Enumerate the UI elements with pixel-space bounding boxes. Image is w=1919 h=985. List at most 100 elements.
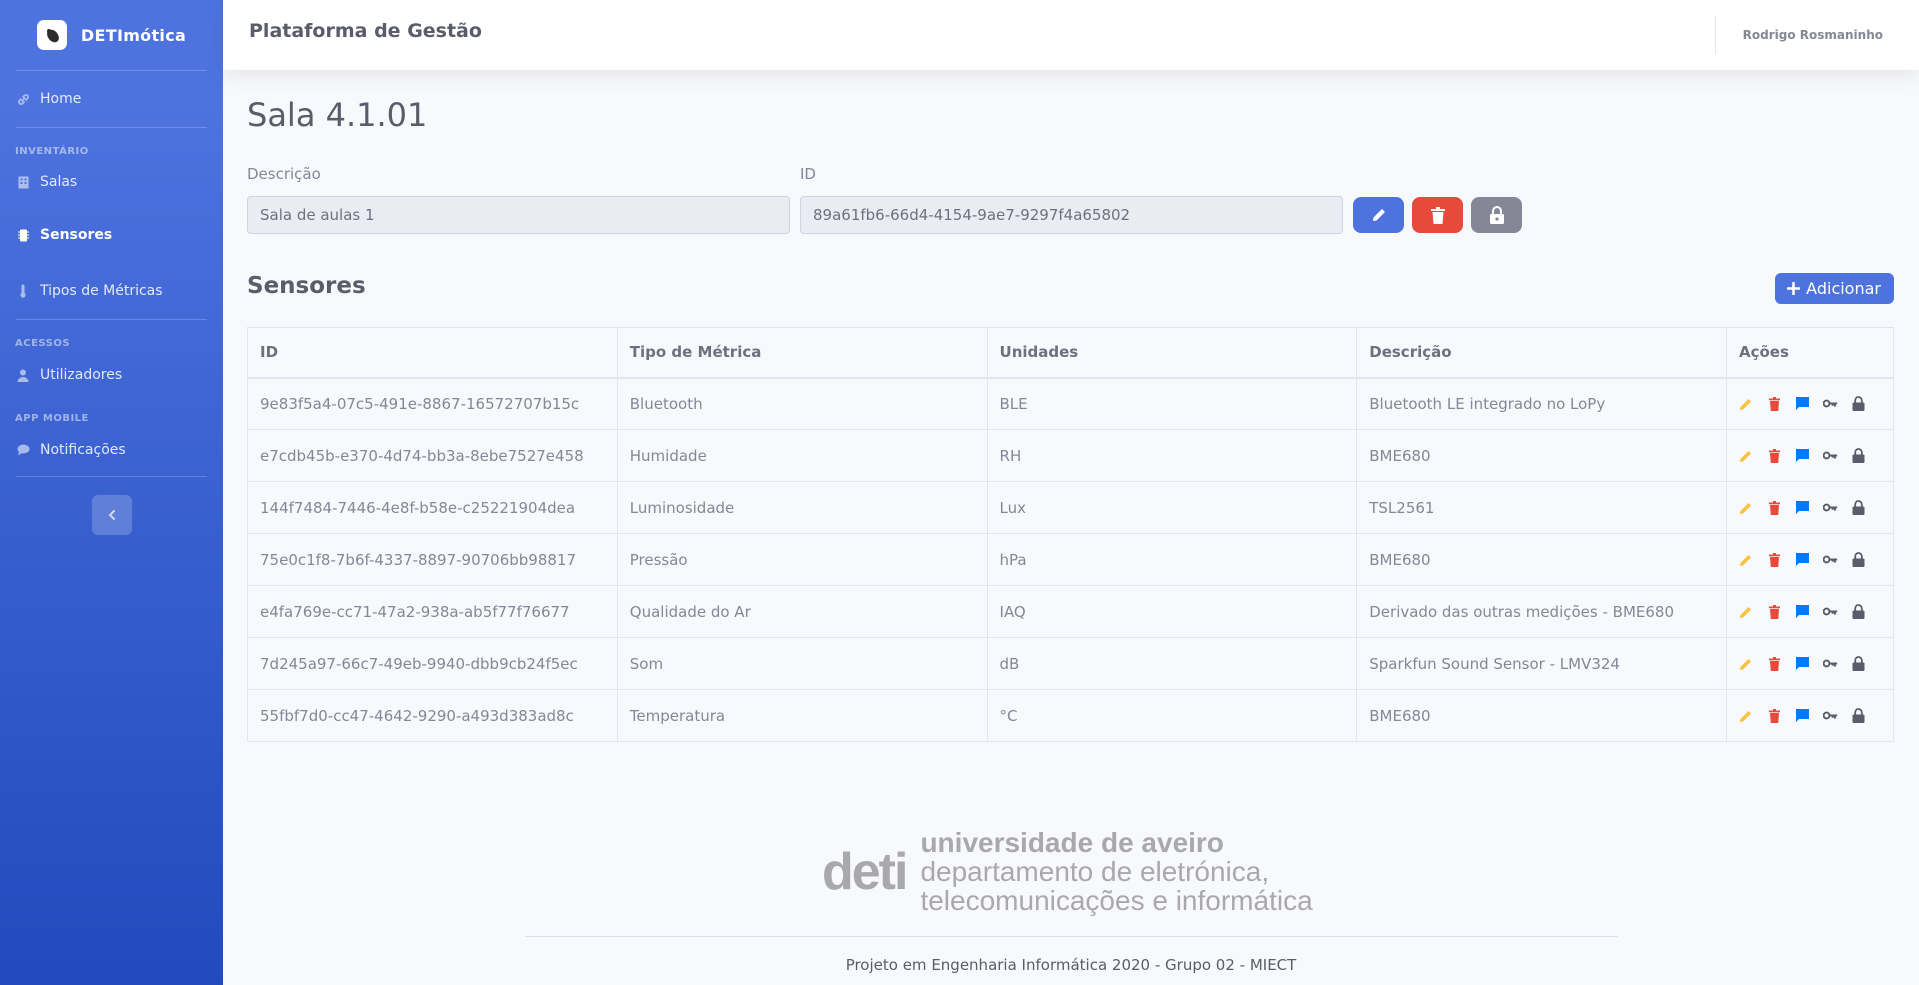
message-sensor-button[interactable]: [1795, 708, 1810, 723]
message-sensor-button[interactable]: [1795, 552, 1810, 567]
delete-sensor-button[interactable]: [1767, 708, 1782, 723]
column-header: Ações: [1725, 327, 1895, 379]
delete-sensor-button[interactable]: [1767, 656, 1782, 671]
lock-icon: [1852, 448, 1865, 463]
table-cell: 55fbf7d0-cc47-4642-9290-a493d383ad8c: [247, 689, 618, 742]
lock-sensor-button[interactable]: [1851, 604, 1866, 619]
message-sensor-button[interactable]: [1795, 396, 1810, 411]
edit-sensor-button[interactable]: [1739, 448, 1754, 463]
user-icon: [16, 368, 30, 382]
sidebar-toggle-button[interactable]: [91, 495, 132, 535]
message-sensor-button[interactable]: [1795, 448, 1810, 463]
key-sensor-button[interactable]: [1822, 552, 1838, 567]
message-sensor-button[interactable]: [1795, 656, 1810, 671]
sidebar-heading-inventory: INVENTÁRIO: [15, 146, 89, 157]
table-cell: Temperatura: [616, 689, 988, 742]
actions-cell: [1725, 481, 1895, 534]
plus-icon: [1787, 282, 1801, 295]
delete-sensor-button[interactable]: [1767, 604, 1782, 619]
lock-sensor-button[interactable]: [1851, 396, 1866, 412]
brand[interactable]: DETImótica: [0, 0, 223, 70]
lock-icon: [1852, 656, 1865, 671]
pencil-icon: [1372, 209, 1385, 221]
sidebar-item-salas[interactable]: Salas: [0, 157, 223, 207]
sidebar-item-home[interactable]: Home: [0, 71, 223, 127]
delete-sensor-button[interactable]: [1767, 396, 1782, 411]
table-cell: 144f7484-7446-4e8f-b58e-c25221904dea: [247, 481, 618, 534]
edit-room-button[interactable]: [1353, 197, 1404, 233]
edit-sensor-button[interactable]: [1739, 500, 1754, 515]
table-cell: BLE: [986, 377, 1358, 430]
table-row: e4fa769e-cc71-47a2-938a-ab5f77f76677 Qual…: [247, 585, 1895, 638]
lock-sensor-button[interactable]: [1851, 448, 1866, 463]
description-label: Descrição: [247, 165, 321, 183]
message-sensor-button[interactable]: [1795, 604, 1810, 619]
sidebar-item-tipos-metricas[interactable]: Tipos de Métricas: [0, 263, 223, 319]
column-header: ID: [247, 327, 618, 379]
lock-room-button[interactable]: [1471, 197, 1522, 233]
sidebar-item-label: Salas: [40, 174, 78, 190]
table-row: 55fbf7d0-cc47-4642-9290-a493d383ad8c Temp…: [247, 689, 1895, 742]
lock-sensor-button[interactable]: [1851, 656, 1866, 671]
key-sensor-button[interactable]: [1822, 604, 1838, 619]
column-header: Tipo de Métrica: [616, 327, 988, 379]
delete-sensor-button[interactable]: [1767, 448, 1782, 463]
pencil-icon: [1740, 450, 1752, 462]
footer-text: Projeto em Engenharia Informática 2020 -…: [845, 956, 1297, 974]
sidebar-item-label: Home: [40, 91, 82, 107]
sensors-table: ID Tipo de Métrica Unidades Descrição Ações …: [247, 327, 1895, 742]
lock-sensor-button[interactable]: [1851, 500, 1866, 515]
pencil-icon: [1740, 554, 1752, 566]
delete-sensor-button[interactable]: [1767, 500, 1782, 515]
message-icon: [1795, 449, 1809, 462]
message-sensor-button[interactable]: [1795, 500, 1810, 515]
key-icon: [1822, 555, 1838, 564]
add-sensor-button[interactable]: Adicionar: [1775, 273, 1894, 304]
key-sensor-button[interactable]: [1822, 656, 1838, 671]
key-icon: [1822, 659, 1838, 668]
university-name: universidade de aveiro departamento de e…: [920, 828, 1312, 915]
sidebar-item-utilizadores[interactable]: Utilizadores: [0, 349, 223, 401]
table-cell: hPa: [986, 533, 1358, 586]
lock-icon: [1852, 708, 1865, 723]
sidebar-item-notificacoes[interactable]: Notificações: [0, 424, 223, 476]
key-icon: [1822, 711, 1838, 720]
actions-cell: [1725, 637, 1895, 690]
sidebar-divider: [16, 476, 207, 477]
key-icon: [1822, 607, 1838, 616]
add-sensor-label: Adicionar: [1806, 279, 1881, 298]
university-line-1: universidade de aveiro: [920, 827, 1224, 858]
lock-sensor-button[interactable]: [1851, 708, 1866, 723]
edit-sensor-button[interactable]: [1739, 708, 1754, 723]
table-cell: BME680: [1356, 689, 1727, 742]
sidebar-item-sensores[interactable]: Sensores: [0, 207, 223, 263]
message-icon: [1795, 709, 1809, 722]
lock-sensor-button[interactable]: [1851, 552, 1866, 567]
table-row: 9e83f5a4-07c5-491e-8867-16572707b15c Blue…: [247, 377, 1895, 430]
delete-sensor-button[interactable]: [1767, 552, 1782, 567]
actions-cell: [1725, 533, 1895, 586]
edit-sensor-button[interactable]: [1739, 396, 1754, 411]
table-cell: Humidade: [616, 429, 988, 482]
edit-sensor-button[interactable]: [1739, 656, 1754, 671]
trash-icon: [1430, 206, 1445, 224]
message-icon: [1795, 553, 1809, 566]
sidebar-divider: [16, 319, 207, 320]
edit-sensor-button[interactable]: [1739, 552, 1754, 567]
key-sensor-button[interactable]: [1822, 500, 1838, 515]
delete-room-button[interactable]: [1412, 197, 1463, 233]
topbar-title: Plataforma de Gestão: [249, 20, 482, 42]
user-menu[interactable]: Rodrigo Rosmaninho: [1714, 16, 1919, 54]
lock-icon: [1852, 396, 1865, 412]
description-input[interactable]: Sala de aulas 1: [247, 196, 790, 234]
column-header: Descrição: [1356, 327, 1727, 379]
edit-sensor-button[interactable]: [1739, 604, 1754, 619]
sidebar-item-label: Notificações: [40, 442, 126, 458]
actions-cell: [1725, 429, 1895, 482]
key-sensor-button[interactable]: [1822, 396, 1838, 411]
key-sensor-button[interactable]: [1822, 708, 1838, 723]
id-input[interactable]: 89a61fb6-66d4-4154-9ae7-9297f4a65802: [800, 196, 1343, 234]
table-cell: e7cdb45b-e370-4d74-bb3a-8ebe7527e458: [247, 429, 618, 482]
table-cell: °C: [986, 689, 1358, 742]
key-sensor-button[interactable]: [1822, 448, 1838, 463]
